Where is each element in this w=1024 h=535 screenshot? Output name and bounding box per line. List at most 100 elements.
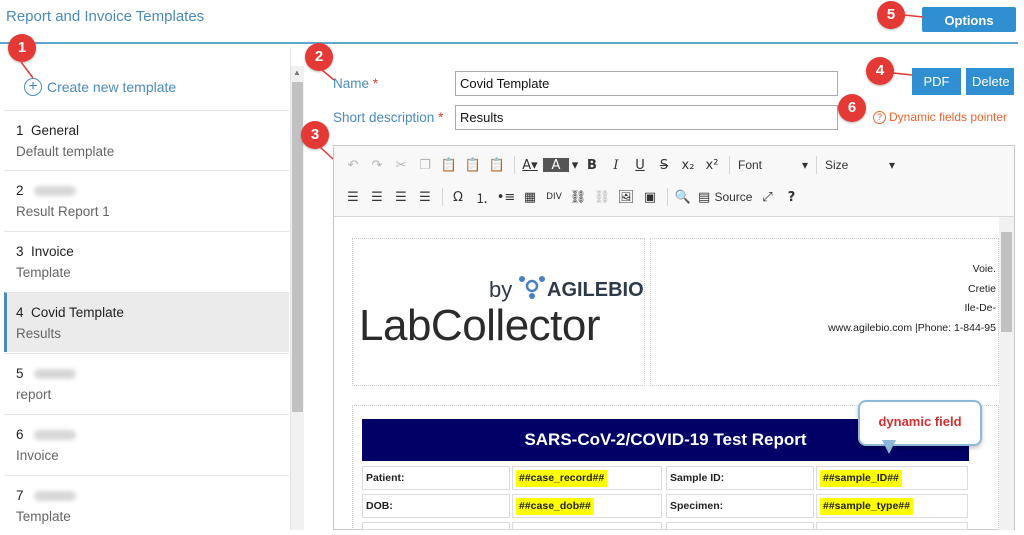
template-desc: Result Report 1 (16, 204, 110, 219)
template-item-4[interactable]: 4 Covid Template Results (4, 292, 289, 352)
template-item-6[interactable]: 6 Invoice (4, 414, 289, 474)
address-line: www.agilebio.com |Phone: 1-844-95 (828, 322, 996, 334)
callout-arrow-4 (892, 72, 913, 76)
patient-label: Patient: (362, 466, 510, 490)
template-number: 4 (16, 305, 24, 320)
template-item-7[interactable]: 7 Template (4, 475, 289, 535)
template-number: 3 (16, 244, 24, 259)
blurred-name (33, 491, 76, 502)
address-cell: Voie. Cretie Ile-De- www.agilebio.com |P… (650, 238, 999, 386)
paste-word-icon[interactable]: 📋 (486, 154, 508, 176)
help-circle-icon: ? (873, 110, 886, 124)
chevron-down-icon: ▾ (888, 158, 895, 172)
help-icon[interactable]: ? (780, 186, 802, 208)
paste-icon[interactable]: 📋 (438, 154, 460, 176)
callout-arrow-1 (20, 61, 34, 79)
template-item-2[interactable]: 2 Result Report 1 (4, 170, 289, 230)
subscript-icon[interactable]: x₂ (677, 154, 699, 176)
template-number: 7 (16, 488, 24, 503)
align-left-icon[interactable]: ☰ (342, 186, 364, 208)
special-char-icon[interactable]: Ω (447, 186, 469, 208)
template-number: 1 (16, 123, 24, 138)
template-desc: Default template (16, 144, 115, 159)
template-number: 5 (16, 366, 24, 381)
callout-badge-1: 1 (8, 34, 36, 62)
sample-id-value-cell: ##sample_ID## (816, 466, 968, 490)
toolbar-row-1: ↶ ↷ ✂ ❐ 📋 📋 📋 A▾ A ▾ B I U S x₂ x² Font ▾ … (342, 151, 899, 179)
undo-icon[interactable]: ↶ (342, 154, 364, 176)
options-button[interactable]: Options (922, 7, 1016, 32)
font-dropdown[interactable]: Font ▾ (734, 155, 812, 175)
preview-icon[interactable]: 🔍 (672, 186, 694, 208)
template-item-5[interactable]: 5 report (4, 353, 289, 413)
template-number: 2 (16, 183, 24, 198)
callout-arrow-5 (903, 14, 924, 18)
callout-arrow-3 (319, 146, 334, 160)
short-description-input[interactable] (455, 105, 838, 130)
source-button[interactable]: ▤ Source (696, 186, 754, 208)
header-divider (0, 42, 1018, 44)
blurred-name (33, 430, 76, 441)
logo-cell: by AGILEBIO LabCollector (352, 238, 645, 386)
italic-icon[interactable]: I (605, 154, 627, 176)
align-right-icon[interactable]: ☰ (390, 186, 412, 208)
callout-badge-2: 2 (305, 43, 333, 71)
scroll-up-arrow-icon[interactable]: ▲ (293, 68, 301, 77)
redo-icon[interactable]: ↷ (366, 154, 388, 176)
dynamic-fields-pointer-link[interactable]: ? Dynamic fields pointer (873, 110, 1007, 124)
callout-badge-3: 3 (301, 121, 329, 149)
insert-image-icon[interactable]: ▣ (639, 186, 661, 208)
align-justify-icon[interactable]: ☰ (414, 186, 436, 208)
template-name: Covid Template (31, 305, 124, 320)
underline-icon[interactable]: U (629, 154, 651, 176)
logo-main: LabCollector (359, 301, 601, 350)
align-center-icon[interactable]: ☰ (366, 186, 388, 208)
logo-brand: AGILEBIO (547, 279, 644, 301)
background-color-icon[interactable]: A (543, 158, 569, 173)
pdf-button[interactable]: PDF (912, 68, 961, 95)
template-number: 6 (16, 427, 24, 442)
editor-scrollbar-thumb[interactable] (1001, 232, 1012, 332)
address-line: Cretie (967, 283, 996, 295)
create-template-link[interactable]: + Create new template (24, 78, 176, 96)
callout-badge-4: 4 (866, 57, 894, 85)
dynamic-field-sample-id: ##sample_ID## (820, 470, 902, 487)
template-name: Invoice (31, 244, 74, 259)
name-input[interactable] (455, 71, 838, 96)
link-icon[interactable]: ⛓ (567, 186, 589, 208)
size-dropdown[interactable]: Size ▾ (821, 155, 899, 175)
toolbar-row-2: ☰ ☰ ☰ ☰ Ω ⒈ •≡ ▦ DIV ⛓ ⛓ 🖼 ▣ 🔍 ▤ Source … (342, 183, 804, 211)
bold-icon[interactable]: B (581, 154, 603, 176)
image-icon[interactable]: 🖼 (615, 186, 637, 208)
template-desc: Template (16, 265, 71, 280)
specimen-value-cell: ##sample_type## (816, 494, 968, 518)
unlink-icon[interactable]: ⛓ (591, 186, 613, 208)
callout-arrow-2 (321, 69, 335, 81)
patient-value-cell: ##case_record## (512, 466, 662, 490)
blurred-name (33, 186, 76, 197)
paste-text-icon[interactable]: 📋 (462, 154, 484, 176)
table-icon[interactable]: ▦ (519, 186, 541, 208)
tooltip-tail (882, 440, 896, 454)
bulleted-list-icon[interactable]: •≡ (495, 186, 517, 208)
specimen-label: Specimen: (666, 494, 814, 518)
template-item-1[interactable]: 1 General Default template (4, 110, 289, 170)
address-line: Voie. (972, 263, 996, 275)
div-icon[interactable]: DIV (543, 186, 565, 208)
maximize-icon[interactable]: ⤢ (756, 186, 778, 208)
molecule-icon (519, 276, 545, 299)
template-name: General (31, 123, 80, 138)
numbered-list-icon[interactable]: ⒈ (471, 186, 493, 208)
cut-icon[interactable]: ✂ (390, 154, 412, 176)
superscript-icon[interactable]: x² (701, 154, 723, 176)
delete-button[interactable]: Delete (966, 68, 1014, 95)
copy-icon[interactable]: ❐ (414, 154, 436, 176)
short-description-label: Short description * (333, 110, 444, 125)
template-desc: Template (16, 509, 71, 524)
text-color-icon[interactable]: A▾ (519, 154, 541, 176)
chevron-down-icon: ▾ (801, 158, 808, 172)
create-template-label: Create new template (47, 79, 177, 95)
template-item-3[interactable]: 3 Invoice Template (4, 231, 289, 291)
strikethrough-icon[interactable]: S (653, 154, 675, 176)
dynamic-field-tooltip: dynamic field (858, 400, 982, 446)
